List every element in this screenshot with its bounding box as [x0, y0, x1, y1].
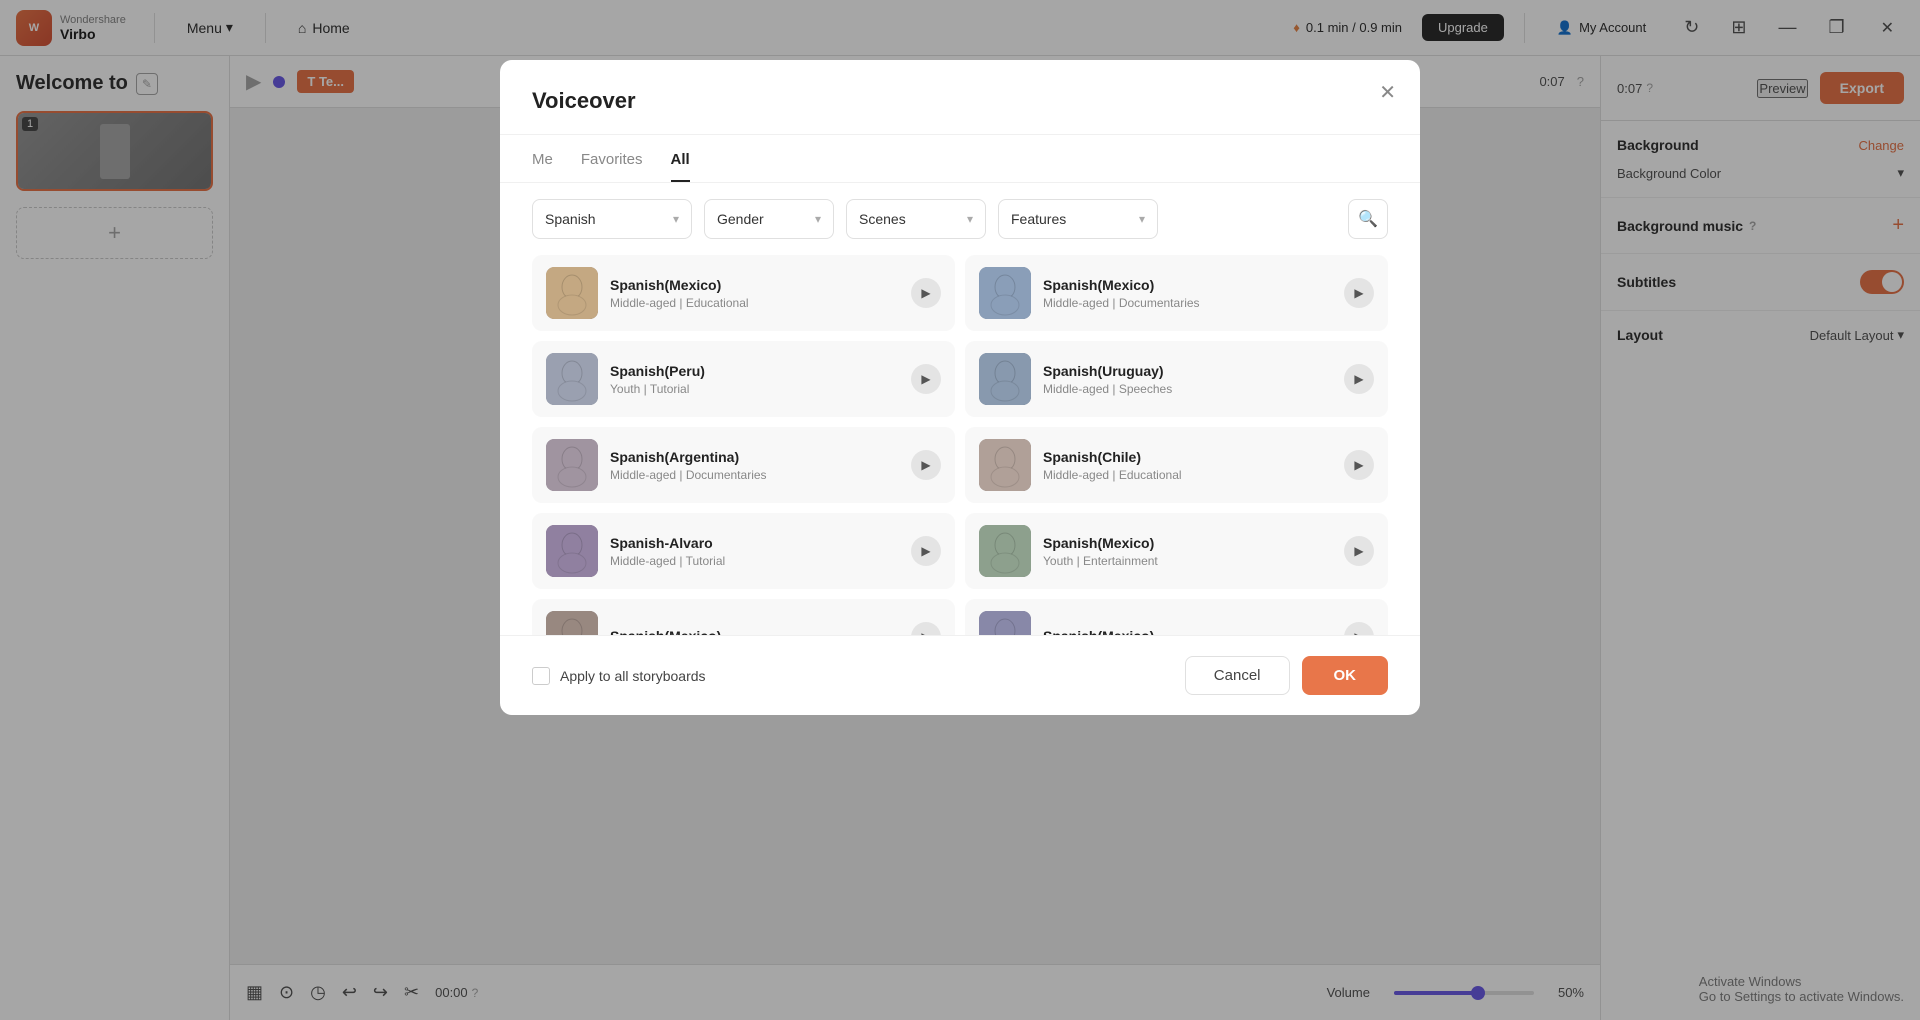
modal-overlay[interactable]: Voiceover ✕ Me Favorites All Spanish ▾ G… [0, 0, 1920, 1020]
voice-card[interactable]: Spanish(Peru) Youth | Tutorial ▶ [532, 341, 955, 417]
voice-info: Spanish(Peru) Youth | Tutorial [610, 363, 899, 396]
voice-play-button[interactable]: ▶ [1344, 364, 1374, 394]
language-chevron-icon: ▾ [673, 212, 679, 226]
modal-filters: Spanish ▾ Gender ▾ Scenes ▾ Features ▾ 🔍 [500, 183, 1420, 255]
language-filter[interactable]: Spanish ▾ [532, 199, 692, 239]
cancel-button[interactable]: Cancel [1185, 656, 1290, 695]
voice-play-button[interactable]: ▶ [911, 278, 941, 308]
tab-favorites[interactable]: Favorites [581, 151, 643, 182]
voice-card[interactable]: Spanish(Argentina) Middle-aged | Documen… [532, 427, 955, 503]
voice-card[interactable]: Spanish(Chile) Middle-aged | Educational… [965, 427, 1388, 503]
search-button[interactable]: 🔍 [1348, 199, 1388, 239]
voice-avatar [979, 439, 1031, 491]
voice-avatar [546, 353, 598, 405]
voice-name: Spanish(Mexico) [610, 277, 899, 293]
modal-tabs: Me Favorites All [500, 135, 1420, 183]
voice-info: Spanish(Argentina) Middle-aged | Documen… [610, 449, 899, 482]
voice-play-button[interactable]: ▶ [1344, 622, 1374, 635]
voice-meta: Middle-aged | Tutorial [610, 554, 899, 568]
voice-info: Spanish(Mexico) Middle-aged | Documentar… [1043, 277, 1332, 310]
app-shell: W Wondershare Virbo Menu ▾ ⌂ Home ♦ 0.1 … [0, 0, 1920, 1020]
checkbox-input[interactable] [532, 667, 550, 685]
voice-play-button[interactable]: ▶ [1344, 450, 1374, 480]
voice-meta: Middle-aged | Educational [1043, 468, 1332, 482]
voice-play-button[interactable]: ▶ [1344, 536, 1374, 566]
voice-info: Spanish(Uruguay) Middle-aged | Speeches [1043, 363, 1332, 396]
features-filter[interactable]: Features ▾ [998, 199, 1158, 239]
voice-card[interactable]: Spanish(Uruguay) Middle-aged | Speeches … [965, 341, 1388, 417]
voice-avatar [546, 525, 598, 577]
ok-button[interactable]: OK [1302, 656, 1389, 695]
voiceover-modal: Voiceover ✕ Me Favorites All Spanish ▾ G… [500, 60, 1420, 715]
voice-card[interactable]: Spanish(Mexico) Middle-aged | Educationa… [532, 255, 955, 331]
voice-play-button[interactable]: ▶ [911, 364, 941, 394]
voice-info: Spanish-Alvaro Middle-aged | Tutorial [610, 535, 899, 568]
voice-info: Spanish(Mexico) Youth | Entertainment [1043, 535, 1332, 568]
language-filter-text: Spanish [545, 211, 665, 227]
voice-name: Spanish(Mexico) [1043, 535, 1332, 551]
voice-card[interactable]: Spanish(Mexico) Youth | Entertainment ▶ [965, 513, 1388, 589]
gender-chevron-icon: ▾ [815, 212, 821, 226]
footer-buttons: Cancel OK [1185, 656, 1388, 695]
voice-name: Spanish(Mexico) [1043, 628, 1332, 636]
features-filter-text: Features [1011, 211, 1131, 227]
modal-footer: Apply to all storyboards Cancel OK [500, 635, 1420, 715]
voice-info: Spanish(Mexico) [610, 628, 899, 636]
voice-meta: Middle-aged | Documentaries [610, 468, 899, 482]
voice-meta: Middle-aged | Speeches [1043, 382, 1332, 396]
voice-play-button[interactable]: ▶ [911, 536, 941, 566]
modal-header: Voiceover ✕ [500, 60, 1420, 135]
tab-me[interactable]: Me [532, 151, 553, 182]
voice-play-button[interactable]: ▶ [911, 450, 941, 480]
apply-checkbox[interactable]: Apply to all storyboards [532, 667, 706, 685]
modal-title: Voiceover [532, 88, 1388, 114]
scenes-filter-text: Scenes [859, 211, 959, 227]
features-chevron-icon: ▾ [1139, 212, 1145, 226]
voice-meta: Youth | Tutorial [610, 382, 899, 396]
voice-card[interactable]: Spanish(Mexico) ▶ [532, 599, 955, 635]
voice-avatar [546, 439, 598, 491]
voice-name: Spanish(Argentina) [610, 449, 899, 465]
voice-meta: Middle-aged | Educational [610, 296, 899, 310]
voice-avatar [546, 611, 598, 635]
voice-name: Spanish(Uruguay) [1043, 363, 1332, 379]
voice-meta: Youth | Entertainment [1043, 554, 1332, 568]
voice-info: Spanish(Mexico) Middle-aged | Educationa… [610, 277, 899, 310]
voice-name: Spanish(Mexico) [1043, 277, 1332, 293]
gender-filter-text: Gender [717, 211, 807, 227]
gender-filter[interactable]: Gender ▾ [704, 199, 834, 239]
voice-name: Spanish(Mexico) [610, 628, 899, 636]
voice-card[interactable]: Spanish-Alvaro Middle-aged | Tutorial ▶ [532, 513, 955, 589]
voice-meta: Middle-aged | Documentaries [1043, 296, 1332, 310]
scenes-chevron-icon: ▾ [967, 212, 973, 226]
voice-name: Spanish(Chile) [1043, 449, 1332, 465]
voice-name: Spanish-Alvaro [610, 535, 899, 551]
voice-info: Spanish(Mexico) [1043, 628, 1332, 636]
voice-grid: Spanish(Mexico) Middle-aged | Educationa… [500, 255, 1420, 635]
voice-name: Spanish(Peru) [610, 363, 899, 379]
search-icon: 🔍 [1358, 209, 1378, 229]
voice-play-button[interactable]: ▶ [1344, 278, 1374, 308]
modal-close-button[interactable]: ✕ [1379, 80, 1396, 105]
scenes-filter[interactable]: Scenes ▾ [846, 199, 986, 239]
voice-card[interactable]: Spanish(Mexico) ▶ [965, 599, 1388, 635]
voice-avatar [546, 267, 598, 319]
voice-card[interactable]: Spanish(Mexico) Middle-aged | Documentar… [965, 255, 1388, 331]
voice-avatar [979, 611, 1031, 635]
tab-all[interactable]: All [671, 151, 690, 182]
voice-avatar [979, 353, 1031, 405]
voice-avatar [979, 525, 1031, 577]
voice-play-button[interactable]: ▶ [911, 622, 941, 635]
voice-avatar [979, 267, 1031, 319]
voice-info: Spanish(Chile) Middle-aged | Educational [1043, 449, 1332, 482]
